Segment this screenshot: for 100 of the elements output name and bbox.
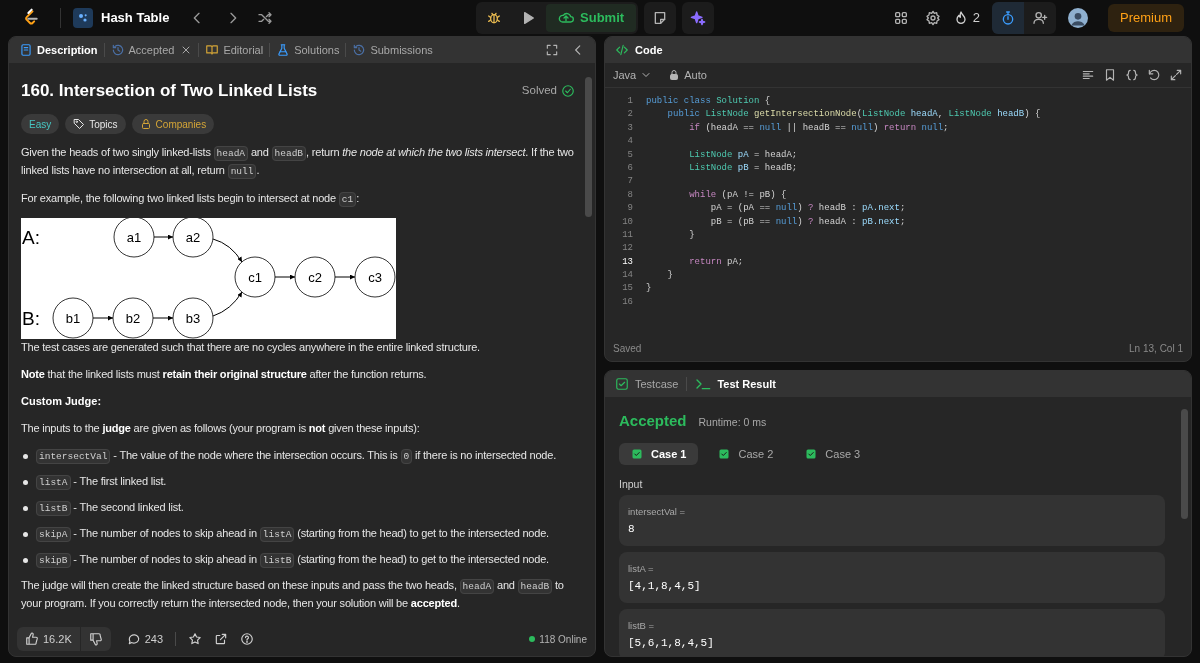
bug-icon [486,10,503,26]
online-count: 118 Online [539,632,587,647]
submit-button[interactable]: Submit [546,4,637,32]
star-icon[interactable] [188,632,203,646]
format-icon[interactable] [1081,68,1095,82]
input-value: [4,1,8,4,5] [628,579,702,594]
panel-tab[interactable]: Description [19,41,98,59]
shuffle-icon[interactable] [257,10,274,26]
comments-button[interactable]: 243 [126,630,164,648]
mode-toggle[interactable]: Auto [668,66,707,84]
line-number: 13 [621,255,633,269]
verdict: Accepted [619,411,687,431]
runtime: Runtime: 0 ms [698,415,767,430]
list-item-text: listA - The first linked list. [36,473,167,491]
panel-tab[interactable]: Test Result [695,375,776,393]
case-tab[interactable]: Case 2 [706,443,786,465]
cloud-upload-icon [558,10,575,26]
line-number: 15 [621,282,633,296]
panel-tab[interactable]: Accepted [110,41,175,59]
scrollbar-thumb[interactable] [585,77,592,217]
section-label: Input [619,477,644,492]
reset-icon[interactable] [1147,68,1161,82]
problem-list-button[interactable]: Hash Table [60,8,170,28]
code-line: if (headA == null || headB == null) return null; [688,121,949,135]
arrow [153,234,174,240]
help-icon[interactable] [240,632,255,646]
problem-title: 160. Intersection of Two Linked Lists [21,80,318,102]
tag-chip[interactable]: Companies [131,114,215,134]
panel-tab[interactable]: Testcase [615,375,679,393]
list-node: a1 [113,218,155,258]
line-number: 14 [621,269,633,283]
line-number: 5 [626,148,633,162]
settings-icon[interactable] [924,10,941,26]
code-line: ListNode pB = headB; [688,161,798,175]
code-line: return pA; [688,255,744,269]
case-tab[interactable]: Case 1 [619,443,699,465]
panel-tab[interactable]: Editorial [205,41,264,59]
scrollbar-thumb[interactable] [1181,409,1188,519]
line-number: 10 [621,215,633,229]
share-icon[interactable] [214,632,229,646]
input-name: intersectVal = [628,505,687,519]
cursor-position: Ln 13, Col 1 [1129,341,1183,356]
paragraph: The judge will then create the linked structure based on these inputs and pass the two heads, headA and headB to your program. If you correctly return the intersected node, then your solution will be accepted. [21,578,565,611]
line-number: 7 [626,175,633,189]
list-node: c1 [234,256,276,298]
document-icon [19,43,33,57]
case-tab[interactable]: Case 3 [793,443,873,465]
code-line: } [646,282,652,296]
lock-icon [139,118,152,130]
line-number: 9 [626,202,633,216]
code-line: while (pA != pB) { [688,188,787,202]
input-value: [5,6,1,8,4,5] [628,636,715,651]
sparkle-icon [690,10,707,26]
add-user-icon [1031,10,1048,26]
list-node: c2 [294,256,336,298]
line-number: 2 [626,108,633,122]
input-name: listB = [628,619,656,633]
save-status: Saved [613,341,642,356]
code-line: public ListNode getIntersectionNode(ListNode headA, ListNode headB) { [666,108,1041,122]
line-number: 11 [621,228,633,242]
language-dropdown[interactable]: Java [613,66,653,84]
line-number: 16 [621,295,633,309]
check-circle-icon [561,84,575,98]
list-item-text: skipB - The number of nodes to skip ahead in listB (starting from the head) to get to the intersected node. [36,551,549,569]
tag-icon [73,118,86,130]
tag-chip[interactable]: Easy [21,114,60,134]
code-icon [615,43,629,57]
list-node: b3 [172,297,214,339]
thumbs-down-icon [88,632,103,646]
notes-button[interactable] [644,2,677,34]
premium-button[interactable]: Premium [1107,4,1184,32]
braces-icon[interactable] [1125,68,1139,82]
fullscreen-icon[interactable] [545,43,559,57]
avatar-icon[interactable] [1067,8,1088,28]
bookmark-icon[interactable] [1103,68,1117,82]
expand-icon[interactable] [1169,68,1183,82]
streak-count[interactable]: 2 [972,8,980,28]
apps-icon[interactable] [892,10,909,26]
thumbs-up-icon [25,632,39,646]
ai-button[interactable] [682,2,715,34]
list-node: b2 [112,297,154,339]
paragraph: The inputs to the judge are given as follows (your program is not given these inputs): [21,421,421,436]
line-number: 4 [626,135,633,149]
input-value: 8 [628,522,636,537]
paragraph: Given the heads of two singly linked-lists headA and headB , return the node at which the two lists intersect. If the two linked lists have no intersection at all, return null . [21,145,575,180]
timer-button[interactable] [991,2,1024,34]
history-icon [110,43,125,57]
panel-tab[interactable]: Submissions [352,41,433,59]
line-number: 1 [626,95,633,108]
panel-tab[interactable]: Solutions [276,41,340,59]
flask-icon [276,43,291,57]
code-line: public class Solution { [646,95,771,108]
arrow [92,315,114,321]
tag-chip[interactable]: Topics [65,114,126,134]
history-icon [352,43,367,57]
list-item-text: skipA - The number of nodes to skip ahead in listA (starting from the head) to get to the intersected node. [36,525,549,543]
line-number: 6 [626,161,633,175]
line-number: 8 [626,188,633,202]
problem-list-icon [73,8,93,28]
comment-icon [126,632,141,646]
